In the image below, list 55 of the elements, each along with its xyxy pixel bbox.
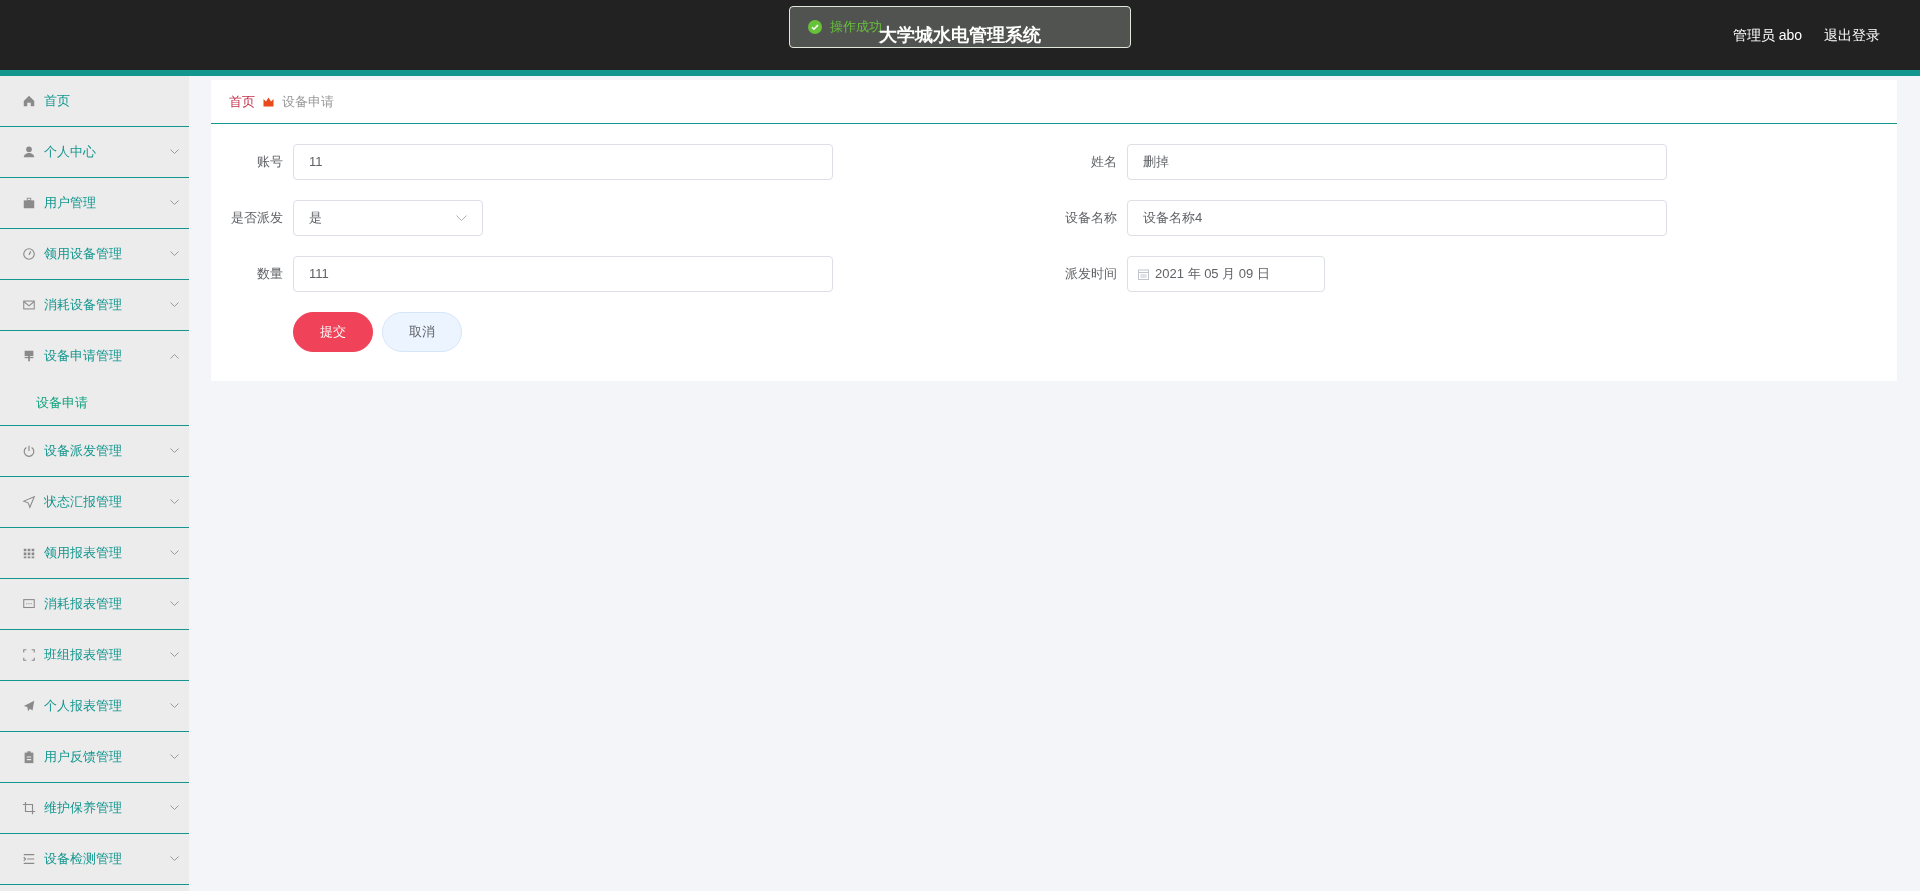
logout-link[interactable]: 退出登录 (1824, 24, 1880, 46)
field-label: 是否派发 (230, 209, 284, 228)
menu-item[interactable]: 状态汇报管理 (0, 477, 189, 527)
select-field[interactable]: 是 (293, 200, 483, 236)
date-field[interactable]: 2021 年 05 月 09 日 (1127, 256, 1325, 292)
crown-icon (263, 96, 274, 107)
briefcase-icon (22, 196, 36, 210)
gauge-icon (22, 247, 36, 261)
chat-bubble-icon (22, 597, 36, 611)
paper-plane-icon (22, 495, 36, 509)
input-field[interactable]: 11 (293, 144, 833, 180)
menu-item[interactable]: 用户反馈管理 (0, 732, 189, 782)
home-icon (22, 94, 36, 108)
field-label: 设备名称 (1064, 209, 1118, 228)
submit-button[interactable]: 提交 (293, 312, 373, 352)
menu-item[interactable]: 个人报表管理 (0, 681, 189, 731)
clipboard-icon (22, 750, 36, 764)
menu-item[interactable]: 个人中心 (0, 127, 189, 177)
submenu-item[interactable]: 设备申请 (0, 381, 189, 425)
crop-icon (22, 801, 36, 815)
breadcrumb-link[interactable]: 设备申请 (282, 91, 334, 112)
user-name: 管理员 abo (1732, 25, 1802, 45)
grid-icon (22, 546, 36, 560)
field-label: 派发时间 (1064, 265, 1118, 284)
breadcrumb-link[interactable]: 首页 (229, 91, 255, 112)
input-field[interactable]: 111 (293, 256, 833, 292)
menu-item[interactable]: 消耗报表管理 (0, 579, 189, 629)
input-field[interactable]: 设备名称4 (1127, 200, 1667, 236)
paper-plane-icon (22, 699, 36, 713)
menu-item[interactable]: 首页 (0, 76, 189, 126)
chevron-down-icon (456, 214, 467, 222)
user-icon (22, 145, 36, 159)
input-field[interactable]: 删掉 (1127, 144, 1667, 180)
menu-item[interactable]: 设备申请管理 (0, 331, 189, 381)
field-label: 数量 (256, 265, 284, 284)
check-circle-icon (808, 20, 822, 34)
stamp-icon (22, 349, 36, 363)
menu-item[interactable]: 设备派发管理 (0, 426, 189, 476)
field-label: 姓名 (1090, 153, 1118, 172)
menu-item[interactable]: 设备检测管理 (0, 834, 189, 884)
menu-item[interactable]: 用户管理 (0, 178, 189, 228)
calendar-icon (1138, 268, 1149, 280)
cancel-button[interactable]: 取消 (382, 312, 462, 352)
menu-item[interactable]: 领用设备管理 (0, 229, 189, 279)
expand-icon (22, 648, 36, 662)
menu-item[interactable]: 消耗设备管理 (0, 280, 189, 330)
menu-item[interactable]: 维护保养管理 (0, 783, 189, 833)
list-icon (22, 852, 36, 866)
power-icon (22, 444, 36, 458)
menu-item[interactable]: 班组报表管理 (0, 630, 189, 680)
menu-item[interactable]: 领用报表管理 (0, 528, 189, 578)
toast-message: 操作成功 (830, 18, 882, 35)
app-title: 大学城水电管理系统 (879, 24, 1041, 47)
envelope-icon (22, 298, 36, 312)
field-label: 账号 (256, 153, 284, 172)
